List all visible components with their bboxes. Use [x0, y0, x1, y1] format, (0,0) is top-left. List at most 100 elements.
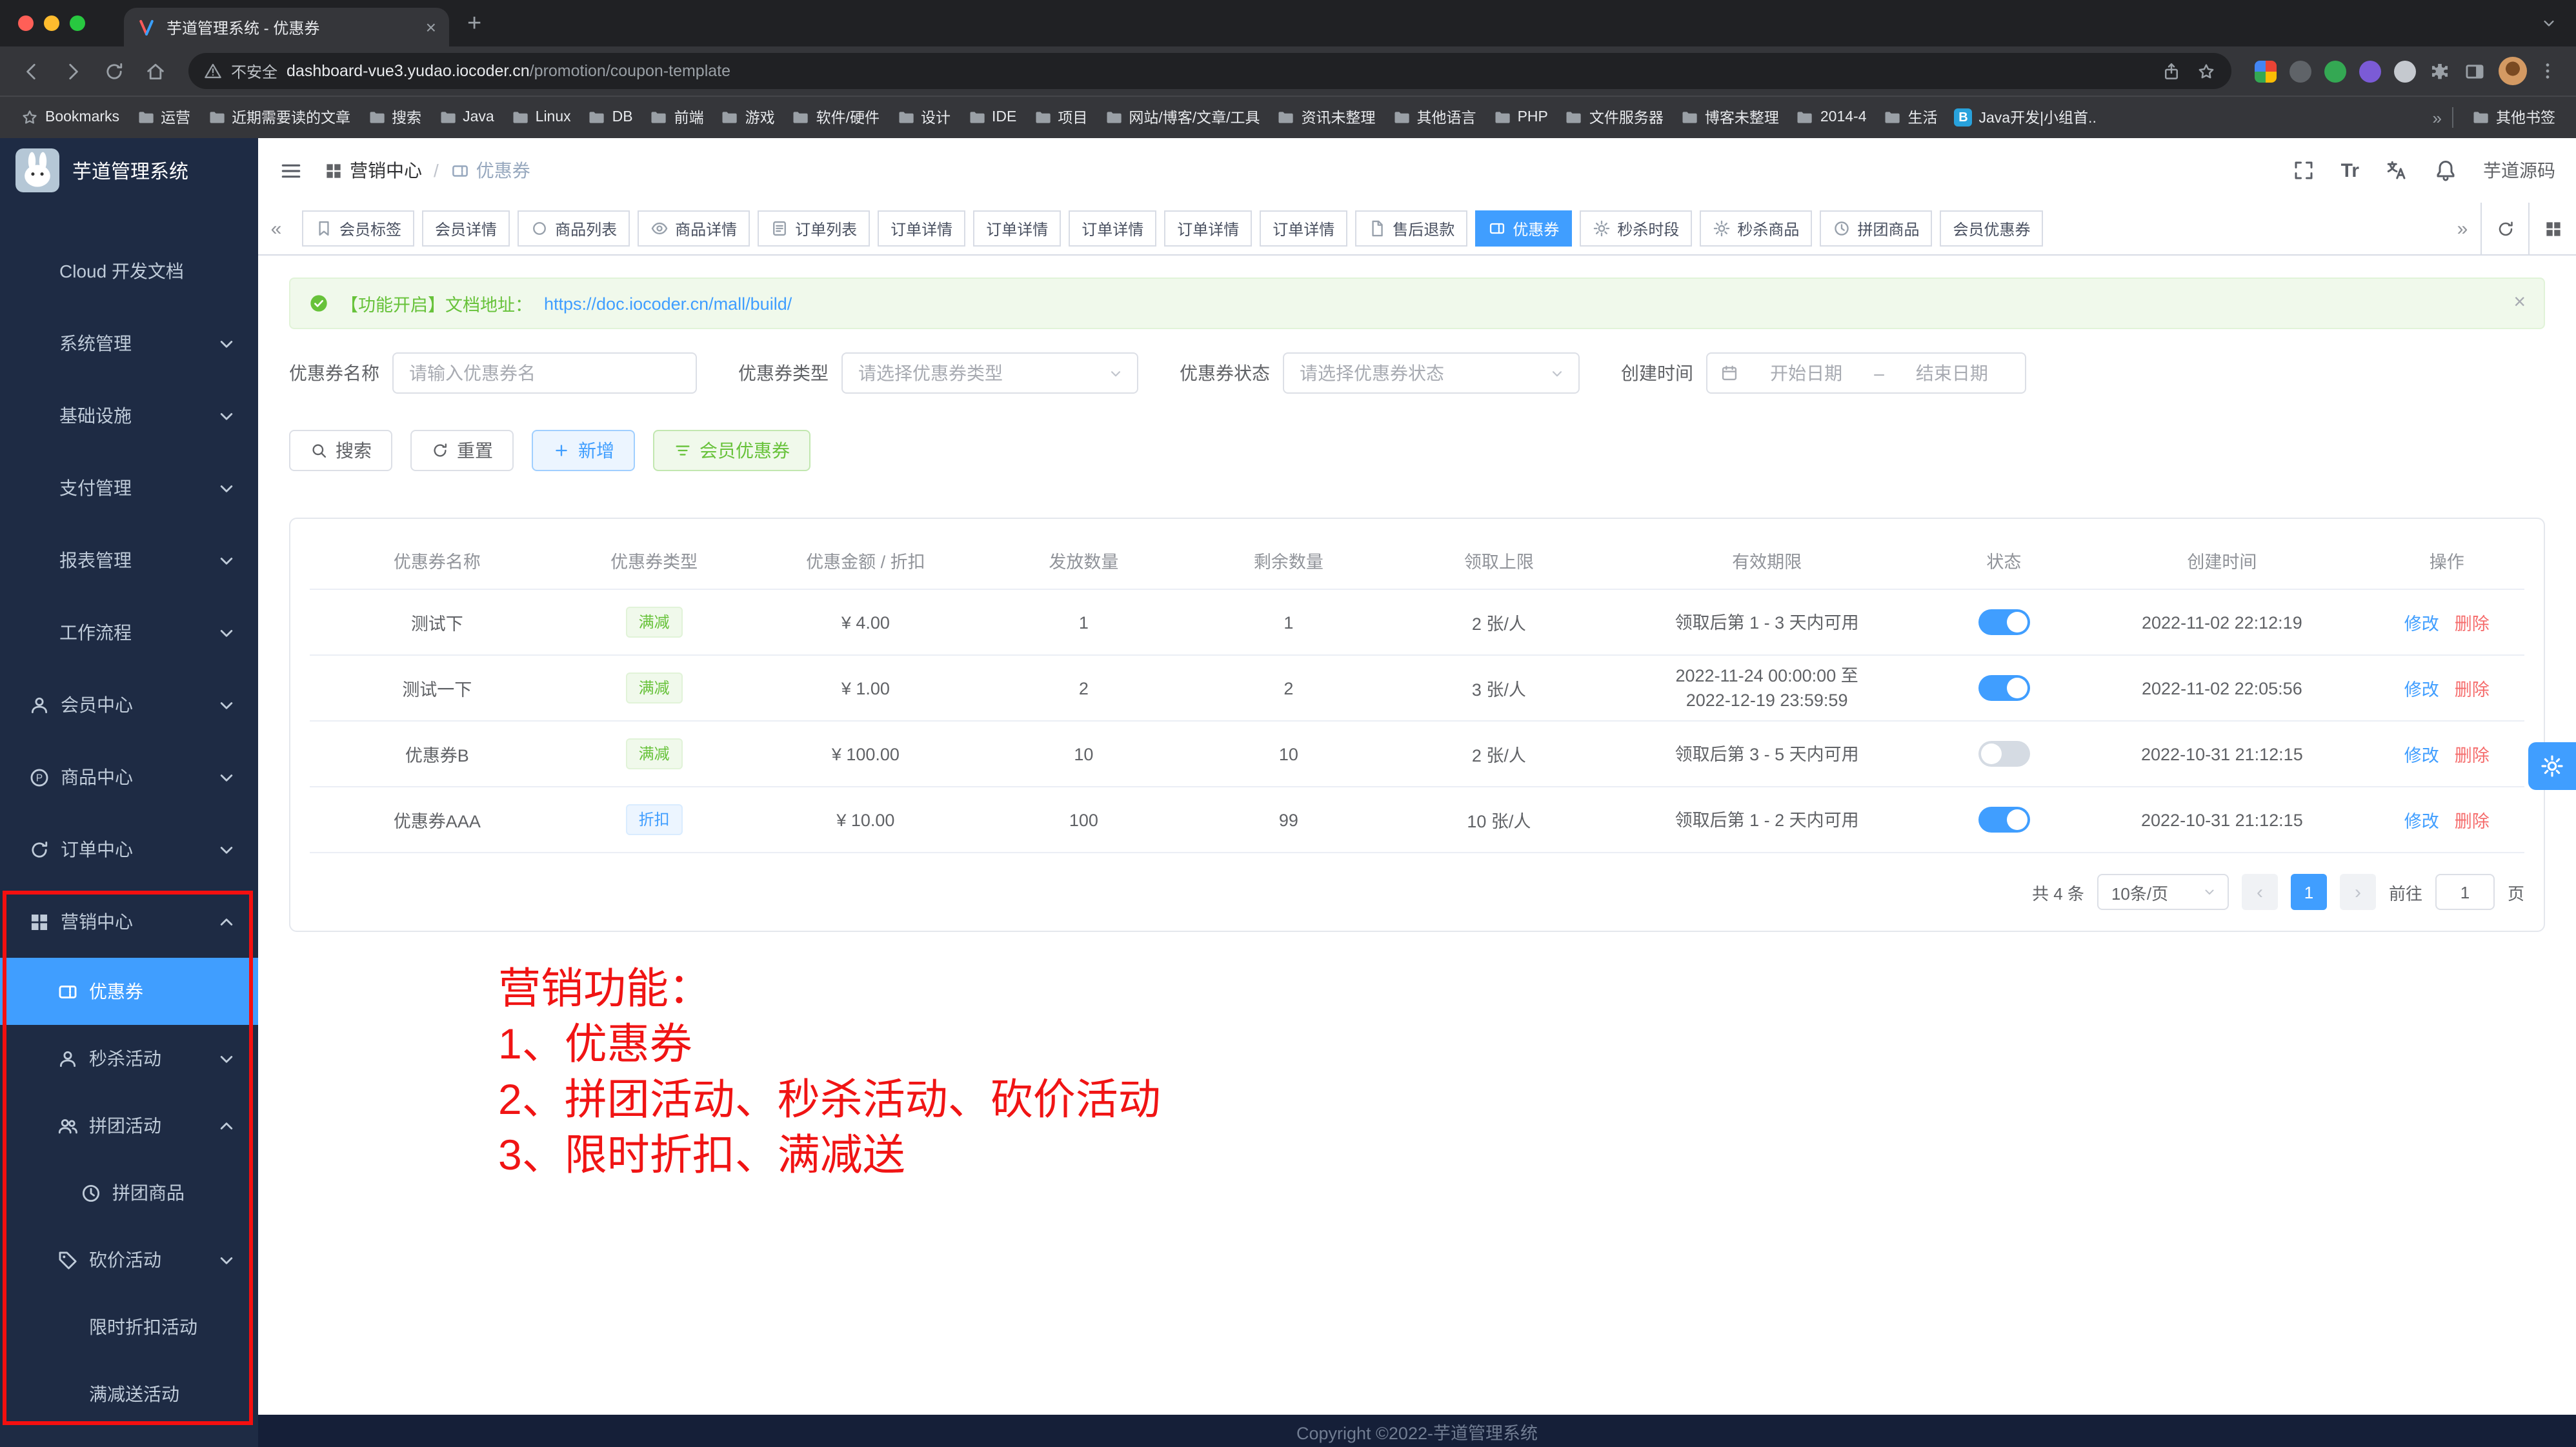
coupon-status-select[interactable]: 请选择优惠券状态 [1283, 352, 1580, 394]
bookmark-star-icon[interactable] [2197, 61, 2216, 81]
sidebar-item-marketing-center[interactable]: 营销中心 [0, 885, 258, 958]
coupon-name-input[interactable] [392, 352, 697, 394]
tabs-scroll-left[interactable]: « [258, 218, 294, 239]
tab-product-list[interactable]: 商品列表 [518, 210, 630, 247]
extensions-puzzle-icon[interactable] [2429, 60, 2451, 82]
macos-traffic-lights[interactable] [0, 15, 98, 31]
tab-search-icon[interactable] [2540, 14, 2558, 32]
page-size-select[interactable]: 10条/页 [2097, 874, 2229, 910]
bookmark-folder[interactable]: 网站/博客/文章/工具 [1096, 103, 1267, 132]
bookmarks-root[interactable]: Bookmarks [13, 105, 127, 130]
extension-icon[interactable] [2289, 60, 2311, 82]
current-page-button[interactable]: 1 [2291, 874, 2327, 910]
bookmark-folder[interactable]: 搜索 [359, 103, 429, 132]
breadcrumb-marketing[interactable]: 营销中心 [324, 157, 422, 183]
home-button[interactable] [137, 53, 173, 89]
theme-settings-button[interactable] [2528, 742, 2576, 790]
tab-member-tag[interactable]: 会员标签 [302, 210, 414, 247]
sidebar-collapse-icon[interactable] [279, 158, 303, 183]
close-window-button[interactable] [18, 15, 34, 31]
sidebar-item-seckill[interactable]: 秒杀活动 [0, 1025, 258, 1092]
status-toggle[interactable] [1978, 609, 2029, 635]
back-button[interactable] [13, 53, 49, 89]
address-bar[interactable]: 不安全 dashboard-vue3.yudao.iocoder.cn/prom… [188, 53, 2231, 89]
bookmark-folder[interactable]: 2014-4 [1788, 105, 1875, 130]
extension-icon[interactable] [2394, 60, 2416, 82]
new-tab-button[interactable]: + [467, 11, 481, 35]
bookmark-folder[interactable]: 文件服务器 [1557, 103, 1671, 132]
tabs-refresh-button[interactable] [2480, 203, 2528, 254]
edit-link[interactable]: 修改 [2404, 812, 2439, 831]
sidebar-item-bargain[interactable]: 砍价活动 [0, 1226, 258, 1293]
browser-menu-icon[interactable] [2537, 61, 2558, 81]
banner-doc-link[interactable]: https://doc.iocoder.cn/mall/build/ [544, 294, 792, 313]
tabs-scroll-right[interactable]: » [2444, 218, 2480, 239]
edit-link[interactable]: 修改 [2404, 614, 2439, 634]
extension-icon[interactable] [2359, 60, 2381, 82]
other-bookmarks[interactable]: 其他书签 [2464, 103, 2563, 132]
bookmark-folder[interactable]: 生活 [1876, 103, 1946, 132]
bookmark-folder[interactable]: Java [430, 105, 502, 130]
sidebar-item-full-reduction[interactable]: 满减送活动 [0, 1361, 258, 1428]
prev-page-button[interactable]: ‹ [2242, 874, 2278, 910]
bookmark-folder[interactable]: 软件/硬件 [784, 103, 887, 132]
sidebar-item-order-center[interactable]: 订单中心 [0, 813, 258, 885]
font-size-icon[interactable]: Tr [2341, 159, 2359, 181]
date-range-picker[interactable]: 开始日期 – 结束日期 [1706, 352, 2026, 394]
translate-icon[interactable] [2385, 159, 2408, 182]
current-user[interactable]: 芋道源码 [2483, 157, 2555, 183]
tab-order-detail[interactable]: 订单详情 [973, 210, 1061, 247]
reload-button[interactable] [96, 53, 132, 89]
search-button[interactable]: 搜索 [289, 430, 392, 471]
sidebar-item-time-discount[interactable]: 限时折扣活动 [0, 1293, 258, 1361]
fullscreen-icon[interactable] [2292, 159, 2315, 182]
sidebar-item-coupon[interactable]: 优惠券 [0, 958, 258, 1025]
delete-link[interactable]: 删除 [2455, 614, 2490, 634]
tab-seckill-time[interactable]: 秒杀时段 [1580, 210, 1692, 247]
status-toggle[interactable] [1978, 741, 2029, 767]
sidebar-item-groupon-product[interactable]: 拼团商品 [0, 1159, 258, 1226]
tabs-menu-button[interactable] [2528, 203, 2576, 254]
bookmark-folder[interactable]: 资讯未整理 [1269, 103, 1384, 132]
minimize-window-button[interactable] [44, 15, 59, 31]
bookmarks-overflow-icon[interactable]: » [2433, 108, 2442, 127]
sidebar-item-groupon[interactable]: 拼团活动 [0, 1092, 258, 1159]
bookmark-folder[interactable]: PHP [1485, 105, 1556, 130]
sidebar-item-system[interactable]: 系统管理 [0, 307, 258, 379]
bookmark-folder[interactable]: 运营 [128, 103, 198, 132]
tab-order-list[interactable]: 订单列表 [758, 210, 870, 247]
reset-button[interactable]: 重置 [410, 430, 514, 471]
extension-icon[interactable] [2324, 60, 2346, 82]
delete-link[interactable]: 删除 [2455, 812, 2490, 831]
profile-avatar[interactable] [2499, 57, 2527, 85]
tab-member-detail[interactable]: 会员详情 [422, 210, 510, 247]
member-coupon-button[interactable]: 会员优惠券 [653, 430, 810, 471]
tab-groupon-product[interactable]: 拼团商品 [1820, 210, 1932, 247]
add-button[interactable]: 新增 [532, 430, 635, 471]
tab-order-detail[interactable]: 订单详情 [1260, 210, 1347, 247]
edit-link[interactable]: 修改 [2404, 680, 2439, 700]
banner-close-icon[interactable]: × [2513, 293, 2526, 314]
status-toggle[interactable] [1978, 807, 2029, 833]
tab-close-icon[interactable]: × [426, 18, 436, 36]
sidebar-item-cloud-docs[interactable]: Cloud 开发文档 [0, 235, 258, 307]
bookmark-folder[interactable]: 其他语言 [1385, 103, 1484, 132]
sidebar-item-product-center[interactable]: 商品中心 [0, 741, 258, 813]
sidebar-item-member-center[interactable]: 会员中心 [0, 669, 258, 741]
sidebar-item-pay[interactable]: 支付管理 [0, 452, 258, 524]
bell-icon[interactable] [2434, 159, 2457, 182]
share-icon[interactable] [2162, 61, 2181, 81]
tab-member-coupon[interactable]: 会员优惠券 [1940, 210, 2043, 247]
sidebar-item-infra[interactable]: 基础设施 [0, 379, 258, 452]
forward-button[interactable] [54, 53, 90, 89]
goto-page-input[interactable] [2435, 874, 2495, 910]
tab-order-detail[interactable]: 订单详情 [878, 210, 965, 247]
bookmark-folder[interactable]: 前端 [642, 103, 712, 132]
tab-after-sale[interactable]: 售后退款 [1355, 210, 1467, 247]
bookmark-folder[interactable]: 游戏 [713, 103, 783, 132]
bookmark-folder[interactable]: 近期需要读的文章 [199, 103, 358, 132]
browser-tab[interactable]: 芋道管理系统 - 优惠券 × [124, 8, 449, 46]
delete-link[interactable]: 删除 [2455, 746, 2490, 765]
delete-link[interactable]: 删除 [2455, 680, 2490, 700]
tab-coupon[interactable]: 优惠券 [1475, 210, 1572, 247]
